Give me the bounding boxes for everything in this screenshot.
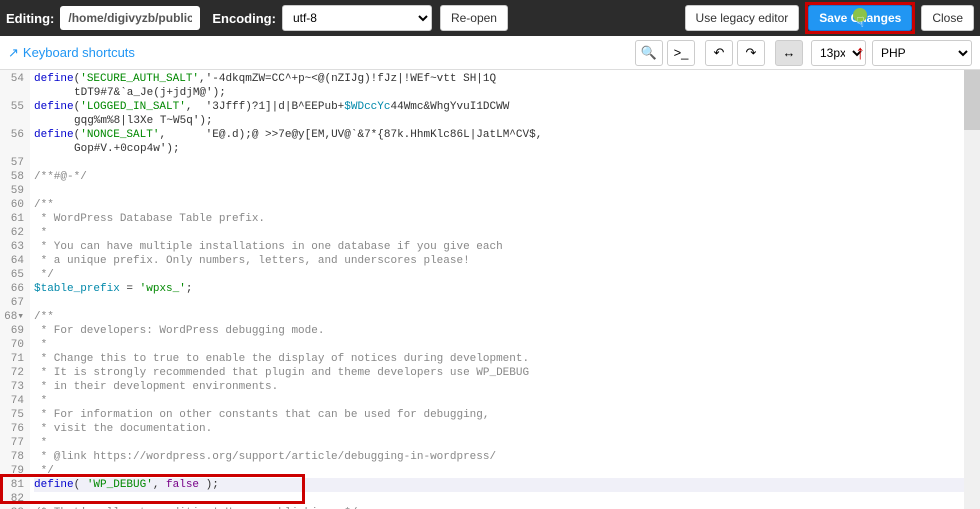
code-line[interactable] xyxy=(34,492,976,506)
reopen-button[interactable]: Re-open xyxy=(440,5,508,31)
redo-button[interactable]: ↷ xyxy=(737,40,765,66)
top-toolbar: Editing: Encoding: utf-8 Re-open Use leg… xyxy=(0,0,980,36)
code-line[interactable]: */ xyxy=(34,464,976,478)
code-line[interactable]: * xyxy=(34,226,976,240)
close-button[interactable]: Close xyxy=(921,5,974,31)
code-line[interactable] xyxy=(34,184,976,198)
code-line[interactable]: * in their development environments. xyxy=(34,380,976,394)
code-line[interactable]: * You can have multiple installations in… xyxy=(34,240,976,254)
wrap-button[interactable]: ↔ xyxy=(775,40,803,66)
search-icon: 🔍 xyxy=(641,45,657,61)
code-line[interactable]: * a unique prefix. Only numbers, letters… xyxy=(34,254,976,268)
save-highlight-box: Save Changes xyxy=(805,2,915,34)
scroll-thumb[interactable] xyxy=(964,70,980,130)
code-line[interactable]: * It is strongly recommended that plugin… xyxy=(34,366,976,380)
code-line[interactable]: * Change this to true to enable the disp… xyxy=(34,352,976,366)
code-line[interactable]: define( 'WP_DEBUG', false ); xyxy=(34,478,976,492)
editing-label: Editing: xyxy=(6,11,54,26)
code-line[interactable]: Gop#V.+0cop4w'); xyxy=(34,142,976,156)
undo-icon: ↶ xyxy=(714,45,725,61)
code-line[interactable]: define('LOGGED_IN_SALT', '3Jfff)?1]|d|B^… xyxy=(34,100,976,114)
code-line[interactable]: gqg%m%8|l3Xe T~W5q'); xyxy=(34,114,976,128)
code-line[interactable]: * @link https://wordpress.org/support/ar… xyxy=(34,450,976,464)
external-link-icon: ↗ xyxy=(8,45,19,61)
code-line[interactable]: /** xyxy=(34,310,976,324)
file-path-input[interactable] xyxy=(60,6,200,30)
code-line[interactable]: define('SECURE_AUTH_SALT','-4dkqmZW=CC^+… xyxy=(34,72,976,86)
code-line[interactable]: define('NONCE_SALT', 'E@.d);@ >>7e@y[EM,… xyxy=(34,128,976,142)
wrap-icon: ↔ xyxy=(783,45,796,60)
code-line[interactable]: /**#@-*/ xyxy=(34,170,976,184)
legacy-editor-button[interactable]: Use legacy editor xyxy=(685,5,800,31)
code-line[interactable] xyxy=(34,156,976,170)
terminal-button[interactable]: >_ xyxy=(667,40,695,66)
save-changes-button[interactable]: Save Changes xyxy=(808,5,912,31)
keyboard-shortcuts-link[interactable]: ↗ Keyboard shortcuts xyxy=(8,45,135,61)
undo-button[interactable]: ↶ xyxy=(705,40,733,66)
code-line[interactable]: * xyxy=(34,394,976,408)
vertical-scrollbar[interactable] xyxy=(964,70,980,509)
encoding-label: Encoding: xyxy=(212,11,276,26)
language-select[interactable]: PHP xyxy=(872,40,972,66)
editor-toolbar: ↗ Keyboard shortcuts 🔍 >_ ↶ ↷ ↔ 13px PHP xyxy=(0,36,980,70)
code-line[interactable] xyxy=(34,296,976,310)
line-gutter: 54 55 56 575859606162636465666768▾697071… xyxy=(0,70,30,509)
code-line[interactable]: * xyxy=(34,338,976,352)
code-line[interactable]: */ xyxy=(34,268,976,282)
redo-icon: ↷ xyxy=(746,45,757,61)
code-line[interactable]: * WordPress Database Table prefix. xyxy=(34,212,976,226)
code-line[interactable]: /** xyxy=(34,198,976,212)
search-button[interactable]: 🔍 xyxy=(635,40,663,66)
code-line[interactable]: $table_prefix = 'wpxs_'; xyxy=(34,282,976,296)
code-editor[interactable]: 54 55 56 575859606162636465666768▾697071… xyxy=(0,70,980,509)
encoding-select[interactable]: utf-8 xyxy=(282,5,432,31)
code-line[interactable]: * For information on other constants tha… xyxy=(34,408,976,422)
code-line[interactable]: tDT9#7&`a_Je(j+jdjM@'); xyxy=(34,86,976,100)
code-line[interactable]: * For developers: WordPress debugging mo… xyxy=(34,324,976,338)
code-line[interactable]: * visit the documentation. xyxy=(34,422,976,436)
terminal-icon: >_ xyxy=(674,45,689,60)
arrow-down-icon: ↑ xyxy=(855,42,865,65)
code-area[interactable]: define('SECURE_AUTH_SALT','-4dkqmZW=CC^+… xyxy=(30,70,980,509)
code-line[interactable]: * xyxy=(34,436,976,450)
